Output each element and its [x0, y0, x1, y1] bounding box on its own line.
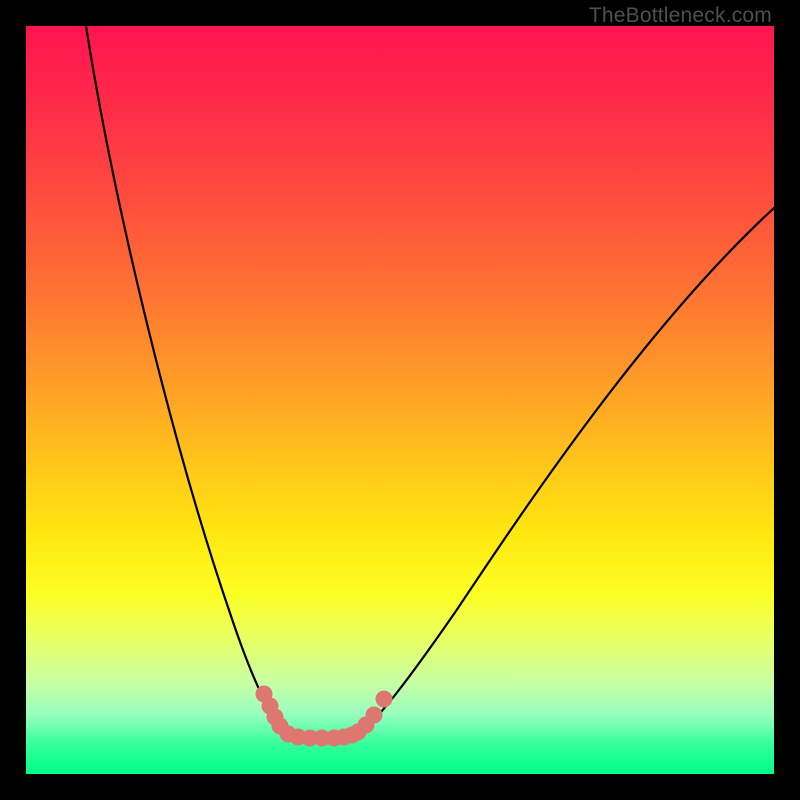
valley-marker — [366, 707, 383, 724]
curve-layer — [26, 26, 774, 774]
watermark-text: TheBottleneck.com — [589, 4, 772, 28]
valley-markers — [256, 686, 393, 747]
left-curve — [86, 26, 288, 736]
valley-marker — [376, 691, 393, 708]
right-curve — [356, 208, 774, 736]
chart-frame — [26, 26, 774, 774]
